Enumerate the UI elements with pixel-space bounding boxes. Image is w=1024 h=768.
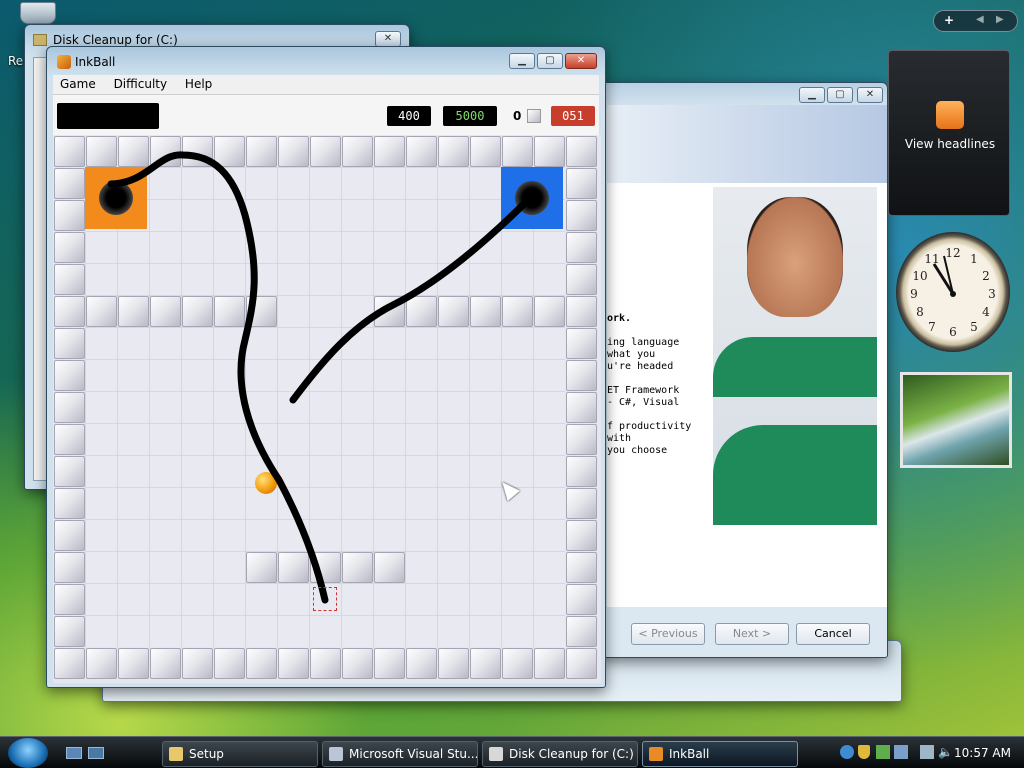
setup-body: ork. ing language what you u're headed ET …	[607, 183, 887, 607]
sidebar-controls[interactable]: + ◀ ▶	[933, 10, 1018, 32]
previous-button[interactable]: < Previous	[631, 623, 705, 645]
balls-counter: 0	[513, 109, 522, 123]
inkball-maximize-button[interactable]: ▢	[537, 53, 563, 69]
menu-game[interactable]: Game	[53, 75, 103, 93]
taskbar-item-disk-cleanup[interactable]: Disk Cleanup for (C:)	[482, 741, 638, 767]
svg-text:7: 7	[928, 320, 936, 334]
game-board[interactable]	[53, 135, 601, 683]
setup-text-line: ET Framework	[607, 385, 680, 396]
color-indicator	[57, 103, 159, 129]
svg-text:1: 1	[970, 252, 978, 266]
network-icon[interactable]	[920, 745, 934, 759]
setup-description: ork. ing language what you u're headed ET …	[607, 313, 691, 457]
setup-text-line: ork.	[607, 313, 632, 324]
disk-cleanup-close-button[interactable]: ✕	[375, 31, 401, 47]
next-button[interactable]: Next >	[715, 623, 789, 645]
setup-minimize-button[interactable]: ▁	[799, 87, 825, 103]
start-button[interactable]	[8, 738, 48, 768]
feed-gadget[interactable]: View headlines	[888, 50, 1010, 216]
photo-face	[747, 197, 843, 317]
switch-windows-icon[interactable]	[88, 747, 104, 759]
score-counter: 400	[387, 106, 431, 126]
svg-text:4: 4	[982, 305, 990, 319]
tray-app-icon[interactable]	[876, 745, 890, 759]
taskbar-clock[interactable]: 10:57 AM	[954, 737, 1011, 768]
inkball-app-icon	[57, 55, 71, 69]
setup-text-line: f productivity	[607, 421, 692, 432]
rss-icon	[936, 101, 964, 129]
svg-text:5: 5	[970, 320, 978, 334]
cancel-button[interactable]: Cancel	[796, 623, 870, 645]
clock-gadget: 12 1 2 3 4567 8 9 10 11	[896, 232, 1010, 352]
menu-difficulty[interactable]: Difficulty	[107, 75, 175, 93]
slideshow-gadget[interactable]	[900, 372, 1012, 468]
clock-face-icon: 12 12 3 4567 8 9 10 11	[910, 246, 996, 339]
feed-label[interactable]: View headlines	[889, 137, 1011, 151]
ink-line-long	[107, 151, 329, 604]
svg-text:12: 12	[945, 246, 960, 260]
setup-banner	[607, 105, 887, 183]
setup-maximize-button[interactable]: ▢	[827, 87, 853, 103]
ink-endpoint-marker	[313, 587, 337, 611]
disk-cleanup-icon	[33, 34, 47, 46]
setup-text-line: you choose	[607, 445, 668, 456]
security-shield-icon[interactable]	[858, 745, 870, 759]
taskbar-item-label: InkBall	[669, 747, 710, 761]
setup-text-line: with	[607, 433, 632, 444]
setup-text-line: what you	[607, 349, 656, 360]
taskbar-item-setup[interactable]: Setup	[162, 741, 318, 767]
setup-text-line	[607, 373, 691, 385]
inkball-title: InkBall	[75, 55, 116, 69]
gray-ball-icon	[527, 109, 541, 123]
inkball-minimize-button[interactable]: ▁	[509, 53, 535, 69]
setup-close-button[interactable]: ✕	[857, 87, 883, 103]
next-icon[interactable]: ▶	[996, 14, 1004, 25]
inkball-menubar: Game Difficulty Help	[53, 75, 599, 95]
volume-muted-icon[interactable]: 🔈	[938, 745, 953, 759]
svg-text:2: 2	[982, 269, 990, 283]
inkball-close-button[interactable]: ✕	[565, 53, 597, 69]
network-globe-icon[interactable]	[840, 745, 854, 759]
disk-cleanup-app-icon	[489, 747, 503, 761]
setup-text-line: u're headed	[607, 361, 674, 372]
taskbar-item-label: Disk Cleanup for (C:)	[509, 747, 634, 761]
svg-text:11: 11	[924, 252, 939, 266]
previous-icon[interactable]: ◀	[976, 14, 984, 25]
svg-text:9: 9	[910, 287, 918, 301]
svg-text:8: 8	[916, 305, 924, 319]
timer-counter: 051	[551, 106, 595, 126]
svg-text:10: 10	[912, 269, 927, 283]
inkball-window: InkBall ▁ ▢ ✕ Game Difficulty Help 400 5…	[46, 46, 606, 688]
show-desktop-icon[interactable]	[66, 747, 82, 759]
disk-cleanup-title: Disk Cleanup for (C:)	[53, 33, 178, 47]
taskbar-item-visual-studio[interactable]: Microsoft Visual Stu...	[322, 741, 478, 767]
taskbar-item-inkball[interactable]: InkBall	[642, 741, 798, 767]
developer-photo	[713, 187, 877, 525]
setup-app-icon	[169, 747, 183, 761]
desktop-icon-label[interactable]: Re	[8, 54, 23, 68]
photo-shirt-bottom	[713, 425, 877, 525]
photo-shirt-top	[713, 337, 877, 397]
recycle-bin-icon[interactable]	[20, 2, 56, 24]
setup-text-line	[607, 325, 691, 337]
taskbar-item-label: Setup	[189, 747, 224, 761]
inkball-taskbar-icon	[649, 747, 663, 761]
add-gadget-icon[interactable]: +	[944, 13, 954, 27]
setup-window: ▁ ▢ ✕ ork. ing language what you u're head…	[600, 82, 888, 658]
svg-text:6: 6	[949, 325, 957, 339]
setup-text-line	[607, 409, 691, 421]
ink-line-diagonal	[289, 193, 535, 404]
taskbar: Setup Microsoft Visual Stu... Disk Clean…	[0, 736, 1024, 768]
bonus-counter: 5000	[443, 106, 497, 126]
setup-text-line: - C#, Visual	[607, 397, 680, 408]
tray-window-icon[interactable]	[894, 745, 908, 759]
visual-studio-icon	[329, 747, 343, 761]
setup-text-line: ing language	[607, 337, 680, 348]
taskbar-item-label: Microsoft Visual Stu...	[349, 747, 478, 761]
menu-help[interactable]: Help	[178, 75, 219, 93]
svg-text:3: 3	[988, 287, 996, 301]
